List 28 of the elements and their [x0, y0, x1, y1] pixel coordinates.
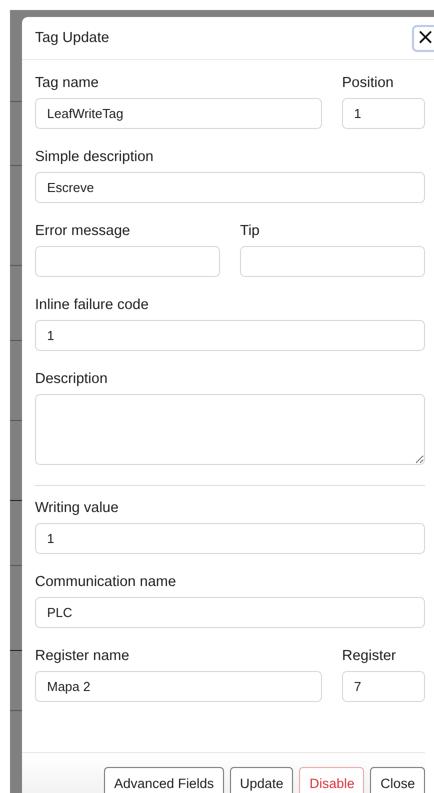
input-field[interactable]	[240, 246, 425, 277]
dialog-button[interactable]: Close	[370, 767, 425, 793]
input-field[interactable]: Mapa 2	[35, 671, 322, 702]
input-field[interactable]: LeafWriteTag	[35, 98, 322, 129]
disable-button[interactable]: Disable	[299, 767, 364, 793]
input-field[interactable]: 1	[35, 523, 425, 554]
input-field[interactable]: 1	[342, 98, 425, 129]
field-label: Position	[342, 74, 395, 92]
dialog-button[interactable]: Advanced Fields	[104, 767, 224, 793]
field-label: Simple description	[35, 148, 154, 166]
field-label: Register	[342, 647, 397, 665]
field-label: Tag name	[35, 74, 100, 92]
input-field[interactable]: 7	[342, 671, 425, 702]
dialog-title: Tag Update	[35, 30, 110, 46]
textarea-field[interactable]	[35, 394, 425, 465]
input-field[interactable]: PLC	[35, 597, 425, 628]
field-label: Register name	[35, 647, 130, 665]
field-label: Tip	[240, 222, 261, 240]
dialog-button[interactable]: Update	[230, 767, 294, 793]
field-label: Writing value	[35, 499, 120, 517]
field-label: Description	[35, 370, 109, 388]
input-field[interactable]: 1	[35, 320, 425, 351]
field-label: Inline failure code	[35, 296, 150, 314]
field-label: Error message	[35, 222, 132, 240]
field-label: Communication name	[35, 573, 178, 591]
input-field[interactable]	[35, 246, 220, 277]
input-field[interactable]: Escreve	[35, 172, 425, 203]
close-icon[interactable]: ×	[412, 24, 434, 52]
